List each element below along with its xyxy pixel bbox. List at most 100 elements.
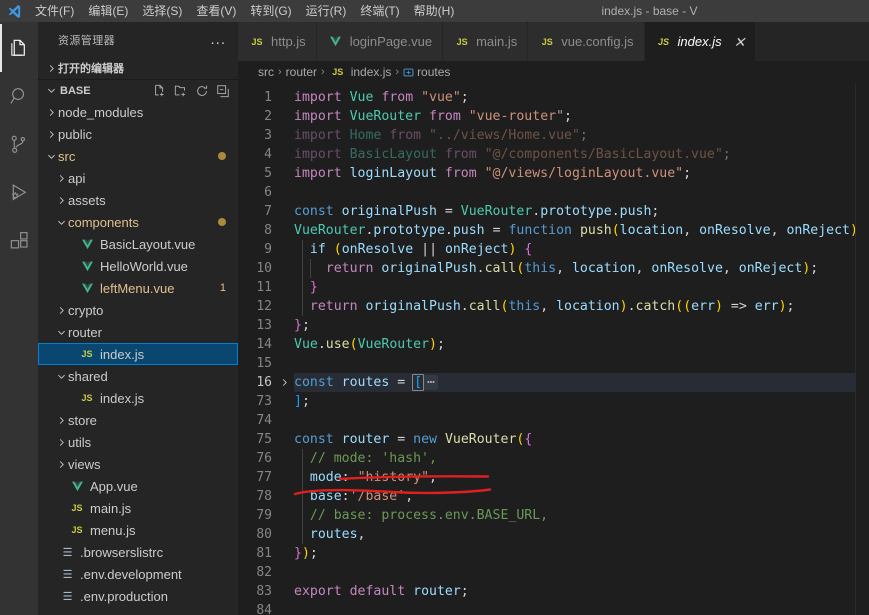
- editor-tab-loginpage-vue[interactable]: loginPage.vue: [316, 22, 444, 61]
- chevron-right-icon[interactable]: [54, 193, 68, 207]
- workspace-root-row[interactable]: BASE: [38, 79, 238, 101]
- code-editor[interactable]: 1 2 3 4 5 6 7 8 9 10 11 12 13 14 15 16 73 74 75 76 77 78 79 80 8…: [238, 83, 869, 615]
- tree-item--browserslistrc[interactable]: ☰ .browserslistrc: [38, 541, 238, 563]
- line-number-11[interactable]: 11: [238, 278, 294, 297]
- breadcrumb-item-index-js[interactable]: JS index.js: [329, 65, 391, 79]
- tree-item-router[interactable]: router: [38, 321, 238, 343]
- code-line[interactable]: mode: "history",: [294, 468, 855, 487]
- tree-item-node-modules[interactable]: node_modules: [38, 101, 238, 123]
- tree-item-app-vue[interactable]: App.vue: [38, 475, 238, 497]
- tree-item-helloworld-vue[interactable]: HelloWorld.vue: [38, 255, 238, 277]
- activity-source-control-button[interactable]: [0, 120, 38, 168]
- breadcrumb[interactable]: src › router › JS index.js › routes: [238, 61, 869, 83]
- editor-tabs[interactable]: JS http.js loginPage.vue JS main.js JS vue.con…: [238, 22, 869, 61]
- activity-extensions-button[interactable]: [0, 216, 38, 264]
- code-line[interactable]: };: [294, 316, 855, 335]
- menu-view[interactable]: 查看(V): [189, 1, 243, 22]
- line-number-78[interactable]: 78: [238, 487, 294, 506]
- tree-item-utils[interactable]: utils: [38, 431, 238, 453]
- line-number-76[interactable]: 76: [238, 449, 294, 468]
- code-line[interactable]: import Vue from "vue";: [294, 88, 855, 107]
- line-number-2[interactable]: 2: [238, 107, 294, 126]
- chevron-down-icon[interactable]: [54, 325, 68, 339]
- chevron-right-icon[interactable]: [54, 457, 68, 471]
- code-line[interactable]: return originalPush.call(this, location,…: [294, 259, 855, 278]
- line-number-81[interactable]: 81: [238, 544, 294, 563]
- code-line[interactable]: import Home from "../views/Home.vue";: [294, 126, 855, 145]
- chevron-down-icon[interactable]: [54, 215, 68, 229]
- tree-item-src[interactable]: src: [38, 145, 238, 167]
- menu-go[interactable]: 转到(G): [243, 1, 298, 22]
- code-content[interactable]: import Vue from "vue"; import VueRouter f…: [294, 83, 855, 615]
- chevron-right-icon[interactable]: [54, 303, 68, 317]
- code-line[interactable]: return originalPush.call(this, location)…: [294, 297, 855, 316]
- close-icon[interactable]: ✕: [734, 35, 746, 49]
- line-number-80[interactable]: 80: [238, 525, 294, 544]
- line-number-12[interactable]: 12: [238, 297, 294, 316]
- activity-explorer-button[interactable]: [0, 24, 38, 72]
- line-number-82[interactable]: 82: [238, 563, 294, 582]
- fold-chevron-right-icon[interactable]: [279, 373, 290, 392]
- menu-selection[interactable]: 选择(S): [135, 1, 189, 22]
- chevron-right-icon[interactable]: [54, 171, 68, 185]
- line-number-1[interactable]: 1: [238, 88, 294, 107]
- code-line[interactable]: const router = new VueRouter({: [294, 430, 855, 449]
- editor-tab-index-js[interactable]: JS index.js ✕: [644, 22, 757, 61]
- chevron-right-icon[interactable]: [54, 413, 68, 427]
- code-line[interactable]: if (onResolve || onReject) {: [294, 240, 855, 259]
- tree-item-index-js[interactable]: JS index.js: [38, 343, 238, 365]
- tree-item-menu-js[interactable]: JS menu.js: [38, 519, 238, 541]
- line-number-gutter[interactable]: 1 2 3 4 5 6 7 8 9 10 11 12 13 14 15 16 73 74 75 76 77 78 79 80 8…: [238, 83, 294, 615]
- explorer-more-actions-button[interactable]: ...: [206, 32, 230, 47]
- chevron-down-icon[interactable]: [54, 369, 68, 383]
- tree-item-main-js[interactable]: JS main.js: [38, 497, 238, 519]
- activity-run-debug-button[interactable]: [0, 168, 38, 216]
- open-editors-section[interactable]: 打开的编辑器: [38, 57, 238, 79]
- line-number-13[interactable]: 13: [238, 316, 294, 335]
- line-number-6[interactable]: 6: [238, 183, 294, 202]
- code-line[interactable]: import loginLayout from "@/views/loginLa…: [294, 164, 855, 183]
- menu-terminal[interactable]: 终端(T): [353, 1, 406, 22]
- menu-help[interactable]: 帮助(H): [407, 1, 462, 22]
- new-folder-icon[interactable]: [174, 84, 188, 98]
- line-number-77[interactable]: 77: [238, 468, 294, 487]
- editor-tab-vue-config-js[interactable]: JS vue.config.js: [528, 22, 645, 61]
- chevron-right-icon[interactable]: [54, 435, 68, 449]
- breadcrumb-item-routes[interactable]: routes: [403, 65, 450, 79]
- line-number-9[interactable]: 9: [238, 240, 294, 259]
- code-line[interactable]: // mode: 'hash',: [294, 449, 855, 468]
- tree-item-components[interactable]: components: [38, 211, 238, 233]
- tree-item--env-production[interactable]: ☰ .env.production: [38, 585, 238, 607]
- line-number-14[interactable]: 14: [238, 335, 294, 354]
- line-number-5[interactable]: 5: [238, 164, 294, 183]
- line-number-73[interactable]: 73: [238, 392, 294, 411]
- activity-search-button[interactable]: [0, 72, 38, 120]
- code-line[interactable]: // base: process.env.BASE_URL,: [294, 506, 855, 525]
- menu-file[interactable]: 文件(F): [28, 1, 81, 22]
- breadcrumb-item-router[interactable]: router: [286, 65, 317, 79]
- tree-item-leftmenu-vue[interactable]: leftMenu.vue 1: [38, 277, 238, 299]
- line-number-10[interactable]: 10: [238, 259, 294, 278]
- code-line[interactable]: import VueRouter from "vue-router";: [294, 107, 855, 126]
- line-number-4[interactable]: 4: [238, 145, 294, 164]
- refresh-icon[interactable]: [195, 84, 209, 98]
- code-line[interactable]: [294, 183, 855, 202]
- line-number-79[interactable]: 79: [238, 506, 294, 525]
- code-line[interactable]: Vue.use(VueRouter);: [294, 335, 855, 354]
- line-number-15[interactable]: 15: [238, 354, 294, 373]
- code-line[interactable]: const originalPush = VueRouter.prototype…: [294, 202, 855, 221]
- code-line[interactable]: [294, 354, 855, 373]
- line-number-74[interactable]: 74: [238, 411, 294, 430]
- tree-item-api[interactable]: api: [38, 167, 238, 189]
- code-line[interactable]: }: [294, 278, 855, 297]
- chevron-right-icon[interactable]: [44, 105, 58, 119]
- collapse-all-icon[interactable]: [216, 84, 230, 98]
- code-line[interactable]: [294, 601, 855, 615]
- line-number-75[interactable]: 75: [238, 430, 294, 449]
- code-line[interactable]: [294, 411, 855, 430]
- tree-item-crypto[interactable]: crypto: [38, 299, 238, 321]
- menu-edit[interactable]: 编辑(E): [81, 1, 135, 22]
- editor-tab-http-js[interactable]: JS http.js: [238, 22, 317, 61]
- line-number-83[interactable]: 83: [238, 582, 294, 601]
- code-line[interactable]: ];: [294, 392, 855, 411]
